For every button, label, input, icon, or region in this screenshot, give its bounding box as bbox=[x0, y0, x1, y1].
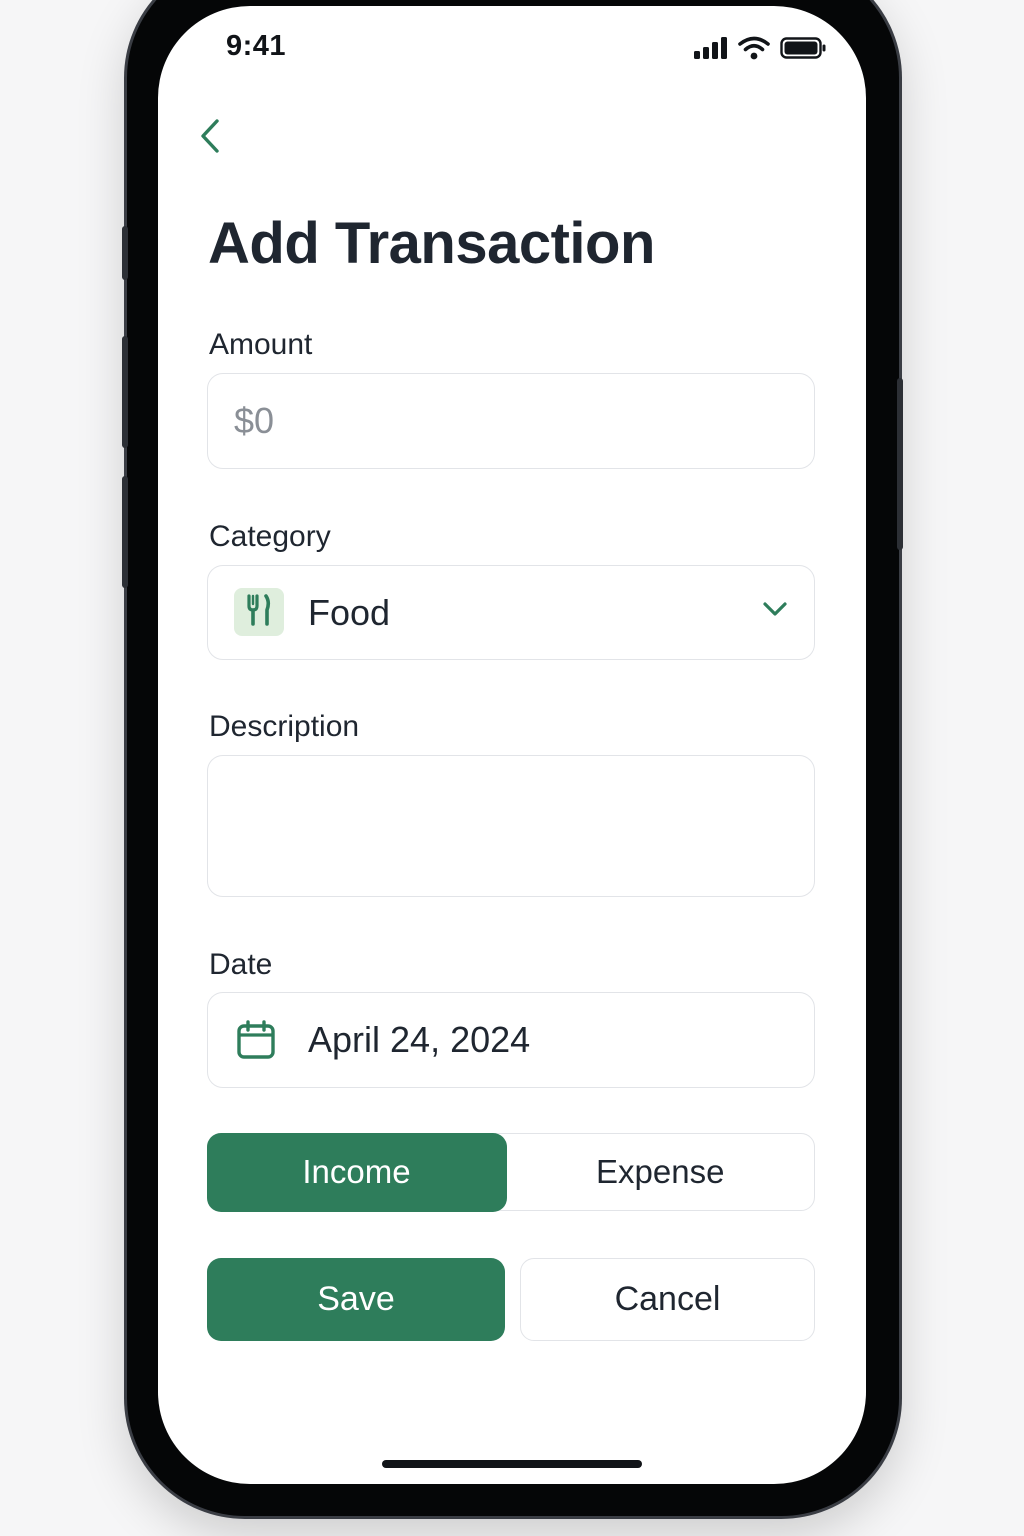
transaction-type-toggle: Income Expense bbox=[206, 1132, 815, 1212]
battery-icon bbox=[780, 37, 826, 64]
home-indicator[interactable] bbox=[382, 1460, 642, 1468]
power-button bbox=[897, 378, 903, 550]
chevron-down-icon bbox=[762, 602, 788, 622]
amount-field[interactable] bbox=[207, 373, 815, 469]
date-picker[interactable]: April 24, 2024 bbox=[207, 992, 815, 1088]
status-time: 9:41 bbox=[226, 30, 287, 62]
calendar-button[interactable] bbox=[236, 1020, 276, 1065]
calendar-icon bbox=[236, 1020, 276, 1064]
category-dropdown-toggle[interactable] bbox=[762, 600, 788, 623]
category-icon-badge bbox=[234, 588, 284, 636]
status-icons bbox=[694, 36, 826, 65]
description-input[interactable] bbox=[208, 756, 814, 896]
chevron-left-icon bbox=[198, 118, 222, 159]
app-screen: 9:41 Add Transaction Amount $0 Category … bbox=[158, 6, 866, 1484]
category-value: Food bbox=[308, 592, 391, 633]
category-select[interactable]: Food bbox=[207, 565, 815, 660]
volume-up-button bbox=[122, 336, 128, 448]
amount-label: Amount bbox=[209, 328, 313, 361]
category-label: Category bbox=[209, 520, 331, 553]
date-value: April 24, 2024 bbox=[308, 1019, 531, 1060]
cellular-signal-icon bbox=[694, 37, 728, 64]
wifi-icon bbox=[738, 36, 770, 65]
fork-knife-icon bbox=[246, 593, 272, 631]
save-button[interactable]: Save bbox=[207, 1258, 505, 1341]
income-toggle-option[interactable]: Income bbox=[206, 1132, 507, 1212]
volume-down-button bbox=[122, 476, 128, 588]
expense-toggle-option[interactable]: Expense bbox=[507, 1134, 815, 1210]
silent-switch bbox=[122, 226, 128, 280]
back-button[interactable] bbox=[188, 114, 232, 162]
description-label: Description bbox=[209, 710, 360, 743]
page-title: Add Transaction bbox=[208, 211, 655, 276]
description-field[interactable] bbox=[207, 755, 815, 897]
cancel-button[interactable]: Cancel bbox=[520, 1258, 815, 1341]
date-label: Date bbox=[209, 948, 273, 981]
amount-input[interactable] bbox=[234, 374, 794, 468]
